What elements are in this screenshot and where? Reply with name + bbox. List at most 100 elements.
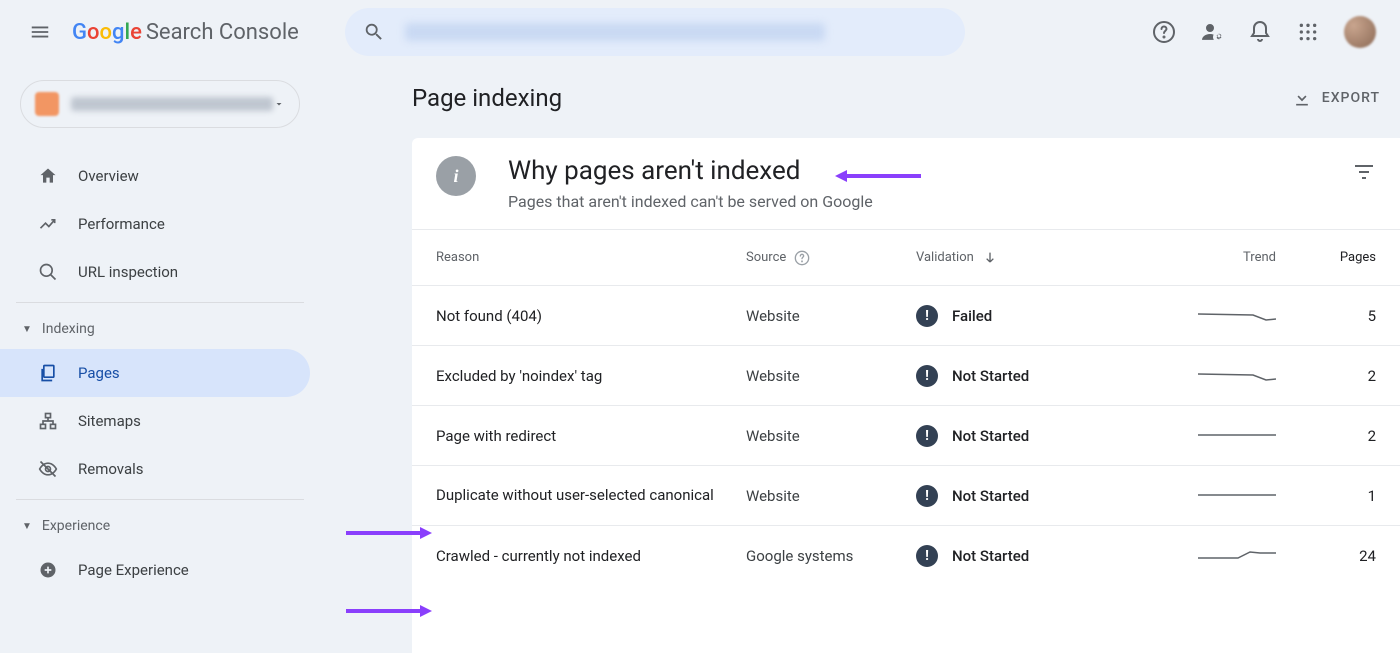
cell-trend [1136, 366, 1286, 386]
cell-reason: Not found (404) [436, 307, 746, 325]
users-settings-button[interactable] [1200, 20, 1224, 44]
cell-source: Website [746, 487, 916, 505]
cell-pages: 2 [1286, 367, 1376, 385]
divider [16, 499, 304, 500]
cell-trend [1136, 426, 1286, 446]
sparkline-icon [1198, 306, 1276, 326]
sidebar-item-removals[interactable]: Removals [0, 445, 320, 493]
divider [16, 302, 304, 303]
account-avatar[interactable] [1344, 16, 1376, 48]
sidebar-item-overview[interactable]: Overview [0, 152, 320, 200]
cell-validation: ! Failed [916, 305, 1136, 327]
info-icon: i [436, 156, 476, 196]
search-icon [36, 262, 60, 282]
sidebar-item-label: Removals [78, 460, 144, 478]
sidebar-group-experience[interactable]: ▼ Experience [0, 506, 320, 546]
bell-icon [1248, 20, 1272, 44]
error-icon: ! [916, 545, 938, 567]
header-actions [1152, 16, 1376, 48]
sidebar-group-label: Experience [42, 518, 110, 534]
user-gear-icon [1200, 20, 1224, 44]
col-header-source: Source [746, 250, 916, 266]
cell-trend [1136, 546, 1286, 566]
sidebar-item-pages[interactable]: Pages [0, 349, 310, 397]
card-subtitle: Pages that aren't indexed can't be serve… [508, 192, 873, 211]
apps-button[interactable] [1296, 20, 1320, 44]
col-header-pages: Pages [1286, 250, 1376, 265]
cell-reason: Page with redirect [436, 427, 746, 445]
help-button[interactable] [1152, 20, 1176, 44]
table-row[interactable]: Not found (404) Website ! Failed 5 [412, 285, 1400, 345]
chevron-down-icon [273, 98, 285, 110]
product-name: Search Console [146, 20, 299, 45]
sort-arrow-down-icon [982, 250, 998, 266]
main-content: Page indexing EXPORT i Why pages aren't … [320, 64, 1400, 653]
error-icon: ! [916, 485, 938, 507]
search-icon [363, 21, 385, 43]
cell-source: Website [746, 367, 916, 385]
table-row[interactable]: Crawled - currently not indexed Google s… [412, 525, 1400, 585]
cell-trend [1136, 306, 1286, 326]
sidebar-item-label: Pages [78, 364, 120, 382]
property-favicon [35, 92, 59, 116]
property-name-redacted [71, 97, 273, 111]
hamburger-menu-button[interactable] [16, 8, 64, 56]
app-header: Google Search Console [0, 0, 1400, 64]
cell-source: Website [746, 427, 916, 445]
help-icon[interactable] [794, 250, 810, 266]
reasons-table: Reason Source Validation Trend Pages Not… [412, 229, 1400, 653]
cell-pages: 24 [1286, 547, 1376, 565]
search-input-redacted [405, 23, 825, 41]
sidebar-item-page-experience[interactable]: Page Experience [0, 546, 320, 594]
circle-plus-icon [36, 560, 60, 580]
cell-validation: ! Not Started [916, 365, 1136, 387]
visibility-off-icon [36, 459, 60, 479]
table-row[interactable]: Page with redirect Website ! Not Started… [412, 405, 1400, 465]
card-title: Why pages aren't indexed [508, 156, 873, 186]
export-label: EXPORT [1322, 90, 1380, 106]
help-icon [1152, 20, 1176, 44]
not-indexed-card: i Why pages aren't indexed Pages that ar… [412, 138, 1400, 653]
table-header: Reason Source Validation Trend Pages [412, 229, 1400, 285]
sidebar-item-performance[interactable]: Performance [0, 200, 320, 248]
apps-grid-icon [1298, 22, 1318, 42]
sparkline-icon [1198, 426, 1276, 446]
col-header-reason: Reason [436, 250, 746, 265]
page-title: Page indexing [412, 84, 562, 112]
sidebar-group-indexing[interactable]: ▼ Indexing [0, 309, 320, 349]
sidebar-group-label: Indexing [42, 321, 95, 337]
error-icon: ! [916, 425, 938, 447]
cell-pages: 2 [1286, 427, 1376, 445]
filter-icon [1352, 160, 1376, 184]
error-icon: ! [916, 305, 938, 327]
google-wordmark: Google [72, 20, 142, 45]
table-row[interactable]: Duplicate without user-selected canonica… [412, 465, 1400, 525]
cell-pages: 5 [1286, 307, 1376, 325]
trend-icon [36, 214, 60, 234]
cell-source: Google systems [746, 547, 916, 565]
cell-source: Website [746, 307, 916, 325]
col-header-validation[interactable]: Validation [916, 250, 1136, 266]
table-row[interactable]: Excluded by 'noindex' tag Website ! Not … [412, 345, 1400, 405]
sitemap-icon [36, 411, 60, 431]
product-logo[interactable]: Google Search Console [72, 20, 299, 45]
url-inspection-search[interactable] [345, 8, 965, 56]
export-button[interactable]: EXPORT [1292, 88, 1380, 108]
sidebar-item-sitemaps[interactable]: Sitemaps [0, 397, 320, 445]
sidebar-item-label: Page Experience [78, 561, 189, 579]
sidebar-item-url-inspection[interactable]: URL inspection [0, 248, 320, 296]
cell-validation: ! Not Started [916, 545, 1136, 567]
chevron-down-icon: ▼ [22, 324, 32, 335]
cell-validation: ! Not Started [916, 485, 1136, 507]
notifications-button[interactable] [1248, 20, 1272, 44]
sidebar-item-label: Performance [78, 215, 165, 233]
cell-trend [1136, 486, 1286, 506]
sparkline-icon [1198, 486, 1276, 506]
sparkline-icon [1198, 546, 1276, 566]
filter-button[interactable] [1352, 160, 1376, 188]
property-selector[interactable] [20, 80, 300, 128]
sparkline-icon [1198, 366, 1276, 386]
sidebar-item-label: Overview [78, 167, 139, 185]
chevron-down-icon: ▼ [22, 521, 32, 532]
menu-icon [29, 21, 51, 43]
